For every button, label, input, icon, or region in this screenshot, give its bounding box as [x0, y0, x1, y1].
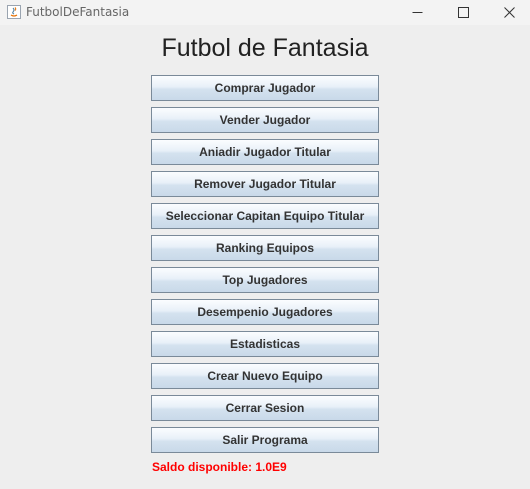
- desempenio-jugadores-button[interactable]: Desempenio Jugadores: [151, 299, 379, 325]
- main-panel: Futbol de Fantasia Comprar Jugador Vende…: [0, 25, 530, 489]
- saldo-label-text: Saldo disponible:: [152, 460, 253, 474]
- window-title: FutbolDeFantasia: [26, 5, 130, 19]
- comprar-jugador-button[interactable]: Comprar Jugador: [151, 75, 379, 101]
- ranking-equipos-button[interactable]: Ranking Equipos: [151, 235, 379, 261]
- maximize-icon: [457, 7, 469, 18]
- page-title: Futbol de Fantasia: [161, 34, 369, 62]
- close-button[interactable]: [486, 0, 530, 25]
- saldo-label: Saldo disponible: 1.0E9: [152, 459, 287, 475]
- minimize-button[interactable]: [394, 0, 440, 25]
- crear-nuevo-equipo-button[interactable]: Crear Nuevo Equipo: [151, 363, 379, 389]
- maximize-button[interactable]: [440, 0, 486, 25]
- title-bar[interactable]: FutbolDeFantasia: [0, 0, 530, 25]
- saldo-value: 1.0E9: [255, 460, 287, 474]
- seleccionar-capitan-button[interactable]: Seleccionar Capitan Equipo Titular: [151, 203, 379, 229]
- salir-programa-button[interactable]: Salir Programa: [151, 427, 379, 453]
- aniadir-jugador-titular-button[interactable]: Aniadir Jugador Titular: [151, 139, 379, 165]
- top-jugadores-button[interactable]: Top Jugadores: [151, 267, 379, 293]
- estadisticas-button[interactable]: Estadisticas: [151, 331, 379, 357]
- java-app-icon: [7, 5, 21, 19]
- remover-jugador-titular-button[interactable]: Remover Jugador Titular: [151, 171, 379, 197]
- app-window: FutbolDeFantasia Futbol de Fantasia Comp…: [0, 0, 530, 489]
- cerrar-sesion-button[interactable]: Cerrar Sesion: [151, 395, 379, 421]
- minimize-icon: [412, 12, 422, 13]
- vender-jugador-button[interactable]: Vender Jugador: [151, 107, 379, 133]
- close-icon: [503, 7, 515, 18]
